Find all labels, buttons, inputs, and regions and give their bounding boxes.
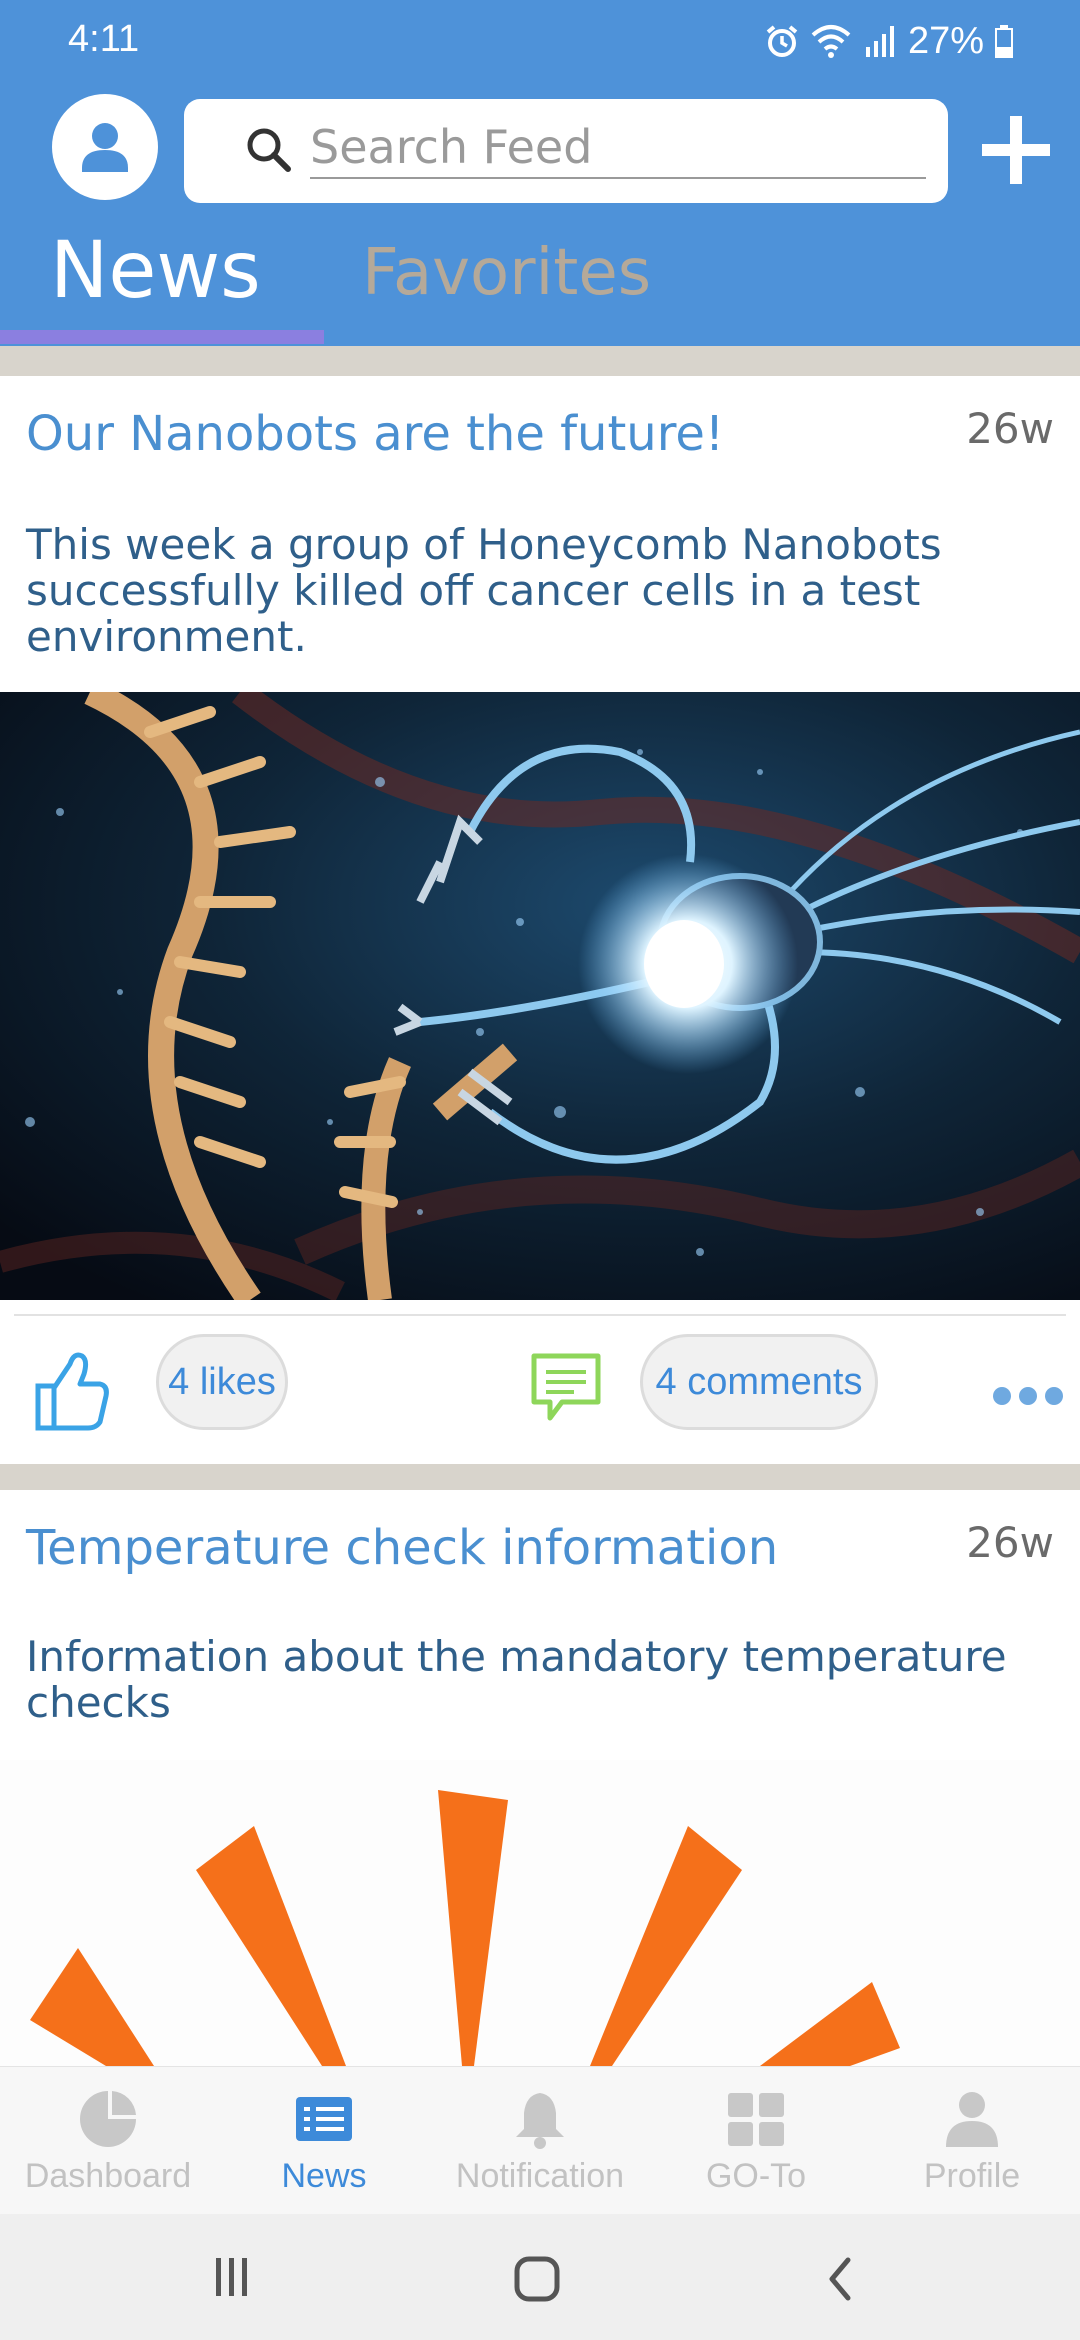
search-bar[interactable] (184, 99, 948, 203)
system-navigation-bar (0, 2214, 1080, 2340)
nav-profile[interactable]: Profile (864, 2067, 1080, 2215)
user-icon (82, 123, 128, 172)
nav-label: Profile (923, 2157, 1021, 2195)
card-divider (14, 1314, 1066, 1316)
nav-label: Dashboard (24, 2157, 192, 2195)
post-age: 26w (966, 404, 1054, 453)
active-tab-indicator (0, 330, 324, 344)
post-image[interactable] (0, 692, 1080, 1300)
status-icons: 27% (764, 16, 1014, 66)
feed-separator (0, 1464, 1080, 1490)
post-title[interactable]: Our Nanobots are the future! (26, 406, 724, 462)
status-time: 4:11 (68, 18, 140, 60)
nav-label: News (281, 2157, 367, 2195)
signal-icon (865, 26, 894, 57)
post-body: Information about the mandatory temperat… (26, 1632, 1007, 1727)
nav-news[interactable]: News (216, 2067, 432, 2215)
search-icon (247, 128, 291, 172)
back-icon[interactable] (822, 2256, 858, 2302)
wifi-icon (811, 25, 851, 58)
search-input[interactable] (310, 117, 926, 179)
add-post-button[interactable] (976, 110, 1056, 190)
app-header: 4:11 27% Search Feed News Favorites (0, 0, 1080, 346)
feed-separator (0, 346, 1080, 376)
recent-apps-icon[interactable] (212, 2254, 252, 2300)
user-icon (946, 2092, 998, 2147)
bottom-navigation: Dashboard News Notification GO-To Profil… (0, 2066, 1080, 2214)
home-icon[interactable] (512, 2254, 562, 2304)
post-body: This week a group of Honeycomb Nanobots … (26, 520, 942, 661)
nav-label: GO-To (705, 2157, 807, 2195)
post-age: 26w (966, 1518, 1054, 1567)
more-options-icon[interactable] (990, 1384, 1066, 1408)
grid-icon (728, 2093, 784, 2146)
nav-label: Notification (455, 2157, 625, 2195)
tab-news[interactable]: News (50, 226, 261, 316)
likes-count-button[interactable]: 4 likes (156, 1334, 288, 1430)
nav-goto[interactable]: GO-To (648, 2067, 864, 2215)
post-title[interactable]: Temperature check information (26, 1520, 778, 1576)
news-card[interactable]: Our Nanobots are the future! 26w This we… (0, 376, 1080, 1464)
pie-chart-icon (80, 2091, 136, 2147)
alarm-icon (766, 25, 798, 57)
tab-favorites[interactable]: Favorites (362, 236, 651, 310)
nav-notification[interactable]: Notification (432, 2067, 648, 2215)
comments-count-button[interactable]: 4 comments (640, 1334, 878, 1430)
battery-icon (995, 25, 1013, 58)
post-image[interactable] (0, 1760, 1080, 2066)
battery-percentage: 27% (907, 19, 984, 62)
bell-icon (516, 2093, 564, 2149)
status-bar: 4:11 27% (0, 0, 1080, 84)
comment-icon[interactable] (528, 1350, 604, 1426)
like-thumb-icon[interactable] (34, 1348, 110, 1434)
user-avatar-button[interactable] (52, 94, 158, 200)
nav-dashboard[interactable]: Dashboard (0, 2067, 216, 2215)
news-list-icon (296, 2097, 352, 2141)
news-card[interactable]: Temperature check information 26w Inform… (0, 1490, 1080, 2066)
